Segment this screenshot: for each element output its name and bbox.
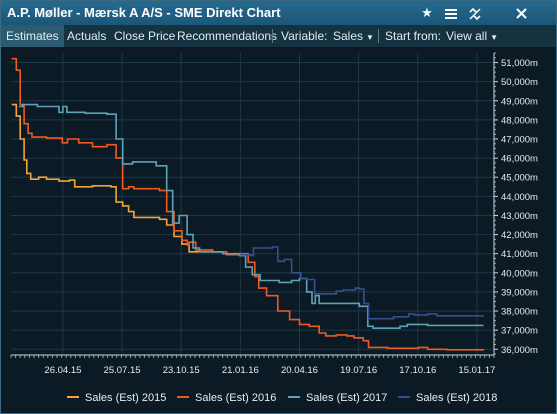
y-tick-label: 50,000m — [501, 77, 538, 88]
title-bar[interactable]: A.P. Møller - Mærsk A A/S - SME Direkt C… — [1, 1, 556, 25]
x-tick-label: 21.01.16 — [222, 365, 259, 376]
legend-label[interactable]: Sales (Est) 2017 — [306, 392, 387, 404]
y-tick-label: 41,000m — [501, 249, 538, 260]
y-tick-label: 46,000m — [501, 154, 538, 165]
chart-area: 36,000m 37,000m 38,000m 39,000m 40,000m 41,00… — [1, 47, 556, 413]
variable-label: Variable: — [281, 29, 328, 43]
variable-value: Sales — [333, 29, 364, 43]
tab-recommendations[interactable]: Recommendations — [177, 25, 277, 47]
y-tick-label: 42,000m — [501, 230, 538, 241]
toolbar: Estimates Actuals Close Price Recommenda… — [1, 25, 556, 47]
chevron-down-icon: ▼ — [490, 33, 499, 42]
x-tick-label: 25.07.15 — [104, 365, 141, 376]
y-tick-label: 39,000m — [501, 287, 538, 298]
variable-dropdown[interactable]: Sales ▼ — [333, 25, 374, 47]
menu-icon[interactable] — [441, 3, 461, 23]
tab-estimates[interactable]: Estimates — [1, 25, 64, 47]
y-tick-label: 45,000m — [501, 173, 538, 184]
x-tick-label: 17.10.16 — [399, 365, 436, 376]
y-tick-label: 48,000m — [501, 115, 538, 126]
y-tick-label: 37,000m — [501, 326, 538, 337]
chevron-down-icon: ▼ — [366, 33, 374, 42]
tab-close-price[interactable]: Close Price — [114, 25, 175, 47]
x-tick-label: 19.07.16 — [340, 365, 377, 376]
star-icon[interactable]: ★ — [417, 3, 437, 23]
sales-estimates-chart[interactable]: 36,000m 37,000m 38,000m 39,000m 40,000m 41,00… — [1, 47, 556, 413]
x-tick-label: 15.01.17 — [458, 365, 495, 376]
y-tick-label: 43,000m — [501, 211, 538, 222]
x-tick-label: 23.10.15 — [163, 365, 200, 376]
y-tick-label: 36,000m — [501, 345, 538, 356]
window-title: A.P. Møller - Mærsk A A/S - SME Direkt C… — [7, 5, 281, 20]
toolbar-divider — [378, 29, 379, 43]
x-tick-label: 20.04.16 — [281, 365, 318, 376]
legend-label[interactable]: Sales (Est) 2015 — [85, 392, 166, 404]
y-tick-label: 38,000m — [501, 307, 538, 318]
start-from-value: View all — [446, 29, 488, 43]
toolbar-divider — [272, 29, 273, 43]
y-tick-label: 40,000m — [501, 268, 538, 279]
legend-label[interactable]: Sales (Est) 2018 — [416, 392, 497, 404]
start-from-label: Start from: — [385, 29, 442, 43]
y-tick-label: 51,000m — [501, 58, 538, 69]
close-icon[interactable] — [511, 3, 531, 23]
chart-window: A.P. Møller - Mærsk A A/S - SME Direkt C… — [0, 0, 557, 414]
legend-label[interactable]: Sales (Est) 2016 — [195, 392, 276, 404]
unlink-icon[interactable] — [465, 3, 485, 23]
x-tick-label: 26.04.15 — [44, 365, 81, 376]
y-tick-label: 47,000m — [501, 135, 538, 146]
y-tick-label: 49,000m — [501, 96, 538, 107]
start-from-dropdown[interactable]: View all ▼ — [446, 25, 498, 47]
y-tick-label: 44,000m — [501, 192, 538, 203]
tab-actuals[interactable]: Actuals — [67, 25, 106, 47]
